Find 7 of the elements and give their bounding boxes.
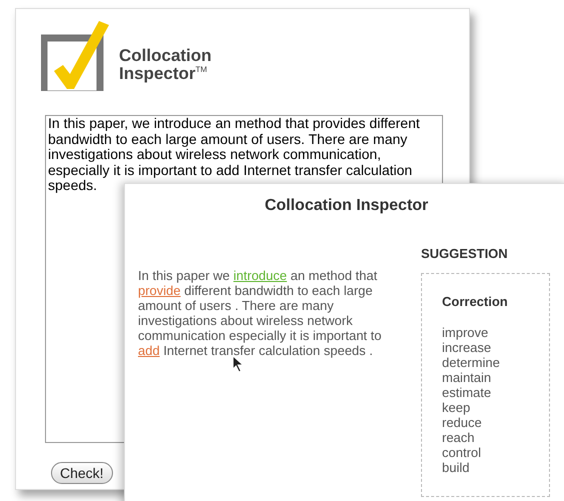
analysis-paragraph: In this paper we introduce an method that provide different bandwidth to each large amount of users . There are many investigations about wireless network communication especially it is important to add Internet transfer calculation speeds . [138,268,382,358]
logo-title: Collocation [119,47,212,65]
correction-heading: Correction [442,292,509,310]
window-title: Collocation Inspector [264,196,430,216]
trademark-mark: TM [196,66,208,74]
suggestion-heading: SUGGESTION [421,245,509,263]
logo-title: Inspector [119,65,196,83]
